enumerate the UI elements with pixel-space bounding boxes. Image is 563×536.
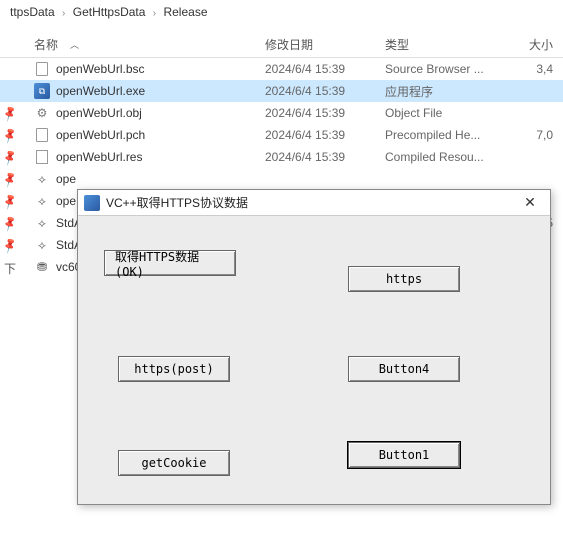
file-date: 2024/6/4 15:39 [265,150,385,164]
file-name: openWebUrl.obj [56,106,142,120]
breadcrumb-part[interactable]: Release [163,5,207,19]
pin-icon: 📌 [0,190,22,211]
get-https-data-button[interactable]: 取得HTTPS数据(OK) [104,250,236,276]
breadcrumb-part[interactable]: ttpsData [10,5,55,19]
file-name: ope [56,194,76,208]
file-name: openWebUrl.bsc [56,62,145,76]
pin-icon [1,64,18,74]
column-date[interactable]: 修改日期 [265,36,385,53]
file-type: Source Browser ... [385,62,505,76]
https-button[interactable]: https [348,266,460,292]
file-row[interactable]: 📌⚙openWebUrl.obj2024/6/4 15:39Object Fil… [0,102,563,124]
pin-icon: 📌 [0,212,22,233]
file-type: Precompiled He... [385,128,505,142]
file-name: openWebUrl.res [56,150,142,164]
file-type: Compiled Resou... [385,150,505,164]
file-row[interactable]: 📌⟡ope [0,168,563,190]
close-icon[interactable]: ✕ [516,194,544,211]
pin-icon: 📌 [0,168,22,189]
column-name-label: 名称 [34,36,58,53]
file-date: 2024/6/4 15:39 [265,84,385,98]
file-size: 3,4 [505,62,563,76]
button4-button[interactable]: Button4 [348,356,460,382]
file-row[interactable]: ⧉openWebUrl.exe2024/6/4 15:39应用程序 [0,80,563,102]
truncated-left-text: 下 [4,260,16,277]
https-post-button[interactable]: https(post) [118,356,230,382]
file-type: 应用程序 [385,83,505,100]
pin-icon: 📌 [0,234,22,255]
pin-icon [1,86,18,96]
button1-button[interactable]: Button1 [348,442,460,468]
chevron-right-icon: › [62,8,65,19]
file-type: Object File [385,106,505,120]
breadcrumb-part[interactable]: GetHttpsData [73,5,146,19]
dialog-window: VC++取得HTTPS协议数据 ✕ 取得HTTPS数据(OK) https ht… [77,189,551,505]
pin-icon: 📌 [0,124,22,145]
file-date: 2024/6/4 15:39 [265,62,385,76]
file-name: openWebUrl.pch [56,128,145,142]
chevron-right-icon: › [153,8,156,19]
get-cookie-button[interactable]: getCookie [118,450,230,476]
sort-asc-icon: ︿ [70,38,79,51]
column-headers: 名称 ︿ 修改日期 类型 大小 [0,24,563,58]
file-name: ope [56,172,76,186]
file-row[interactable]: openWebUrl.bsc 2024/6/4 15:39Source Brows… [0,58,563,80]
file-date: 2024/6/4 15:39 [265,106,385,120]
file-date: 2024/6/4 15:39 [265,128,385,142]
dialog-title: VC++取得HTTPS协议数据 [106,194,510,211]
breadcrumb[interactable]: ttpsData › GetHttpsData › Release [0,0,563,24]
file-name: openWebUrl.exe [56,84,145,98]
pin-icon: 📌 [0,102,22,123]
app-icon [84,195,100,211]
column-type[interactable]: 类型 [385,36,505,53]
file-row[interactable]: 📌 openWebUrl.pch 2024/6/4 15:39Precompiled… [0,124,563,146]
column-size[interactable]: 大小 [505,36,563,53]
column-name[interactable]: 名称 ︿ [20,36,265,53]
file-row[interactable]: 📌 openWebUrl.res 2024/6/4 15:39Compiled Re… [0,146,563,168]
file-size: 7,0 [505,128,563,142]
pin-icon: 📌 [0,146,22,167]
dialog-titlebar[interactable]: VC++取得HTTPS协议数据 ✕ [78,190,550,216]
